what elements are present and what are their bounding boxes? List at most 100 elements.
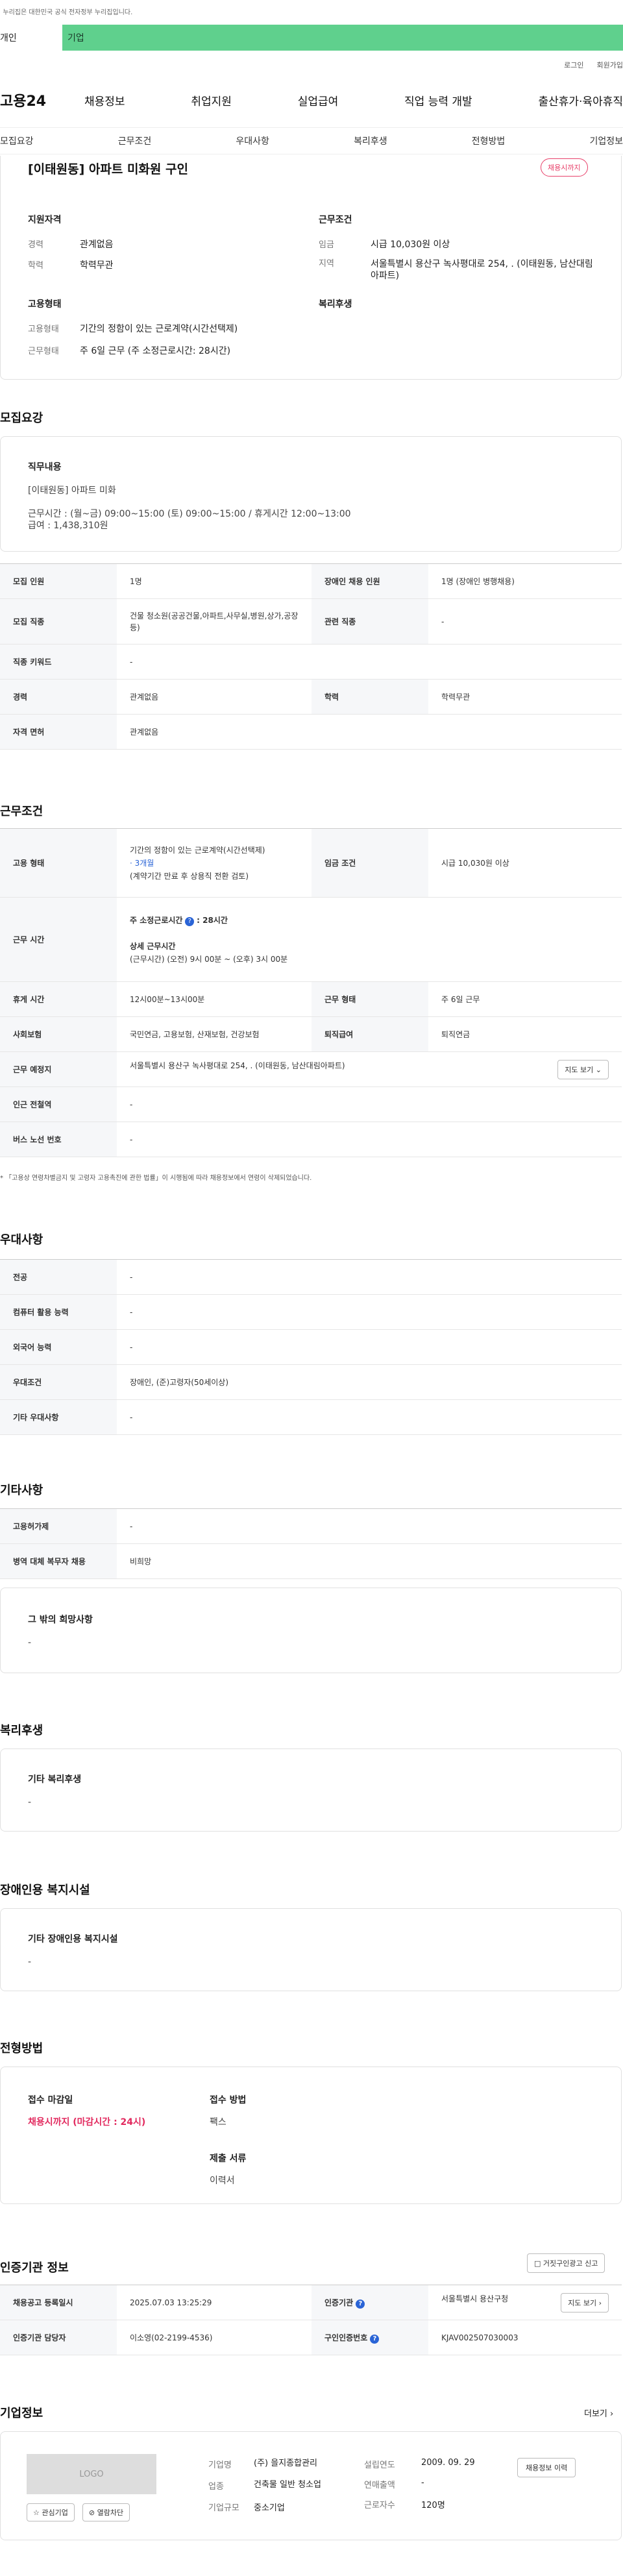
table-header: 인증기관 담당자 (0, 2320, 117, 2355)
emp-type-period: · 3개월 (130, 858, 154, 868)
company-section-title: 기업정보 (0, 2407, 43, 2420)
tab-company-info[interactable]: 기업정보 (589, 134, 623, 147)
job-line: 근무시간 : (월~금) 09:00~15:00 (토) 09:00~15:00… (28, 509, 351, 519)
company-industry-value: 건축물 일반 청소업 (254, 2480, 321, 2490)
qual-value: 학력무관 (80, 260, 114, 271)
gnb-item-parental-leave[interactable]: 출산휴가·육아휴직 (538, 92, 623, 108)
cond-value: 서울특별시 용산구 녹사평대로 254, . (이태원동, 남산대림아파트) (371, 259, 593, 281)
other-wishes-box: 그 밖의 희망사항 - (0, 1588, 622, 1673)
preferences-section-title: 우대사항 (0, 1233, 43, 1247)
company-staff-value: 120명 (421, 2501, 445, 2510)
tab-preferences[interactable]: 우대사항 (236, 134, 269, 147)
company-founded-value: 2009. 09. 29 (421, 2458, 475, 2468)
company-size-value: 중소기업 (254, 2503, 285, 2513)
false-ad-report-button[interactable]: □ 거짓구인광고 신고 (527, 2253, 605, 2273)
table-header: 임금 조건 (312, 828, 428, 898)
company-sales-value: - (421, 2478, 424, 2488)
qual-key: 학력 (28, 261, 43, 271)
gnb-item-vocational-training[interactable]: 직업 능력 개발 (404, 92, 472, 108)
cert-section-title: 인증기관 정보 (0, 2261, 69, 2275)
info-icon[interactable]: ? (356, 2299, 365, 2309)
age-notice: * 「고용상 연령차별금지 및 고령자 고용촉진에 관한 법률」이 시행됨에 따… (0, 1175, 312, 1182)
table-cell: 주 소정근로시간 ? : 28시간 상세 근무시간 (근무시간) (오전) 9시… (117, 897, 622, 982)
table-row: 고용 형태 기간의 정함이 있는 근로계약(시간선택제) · 3개월 (계약기간… (0, 828, 622, 898)
tab-work-conditions[interactable]: 근무조건 (118, 134, 152, 147)
preferences-table: 전공 - 컴퓨터 활용 능력 - 외국어 능력 - 우대조건 장애인, (준)고령자(5… (0, 1259, 622, 1435)
emp-key: 근무형태 (28, 347, 59, 356)
info-icon[interactable]: ? (370, 2334, 380, 2344)
table-cell: 관계없음 (117, 714, 622, 750)
emp-value: 기간의 정함이 있는 근로계약(시간선택제) (80, 324, 238, 334)
gnb-item-unemployment-benefit[interactable]: 실업급여 (298, 92, 339, 108)
job-title: [이태원동] 아파트 미화원 구인 (28, 162, 188, 177)
block-view-button[interactable]: ⊘ 열람차단 (82, 2503, 130, 2521)
company-founded-key: 설립연도 (364, 2460, 395, 2470)
table-row: 인근 전철역 - (0, 1086, 622, 1122)
tab-welfare[interactable]: 복리후생 (354, 134, 387, 147)
company-box: LOGO ☆ 관심기업 ⊘ 열람차단 기업명 (주) 을지종합관리 업종 건축물 일… (0, 2431, 622, 2540)
table-row: 근무 예정지 서울특별시 용산구 녹사평대로 254, . (이태원동, 남산대… (0, 1051, 622, 1087)
table-cell: - (117, 644, 622, 680)
gnb-item-jobs[interactable]: 채용정보 (84, 92, 125, 108)
table-cell: - (117, 1294, 622, 1330)
table-cell: 1명 (117, 563, 312, 599)
gnb-item-employment-support[interactable]: 취업지원 (191, 92, 232, 108)
table-header: 모집 직종 (0, 598, 117, 644)
disability-box: 기타 장애인용 복지시설 - (0, 1908, 622, 1991)
table-header: 우대조건 (0, 1364, 117, 1400)
table-row: 직종 키워드 - (0, 644, 622, 680)
map-button[interactable]: 지도 보기 ⌄ (557, 1059, 609, 1079)
table-row: 컴퓨터 활용 능력 - (0, 1294, 622, 1330)
table-row: 모집 인원 1명 장애인 채용 인원 1명 (장애인 병행채용) (0, 563, 622, 599)
map-button-label: 지도 보기 (565, 1065, 594, 1074)
table-header: 고용 형태 (0, 828, 117, 898)
chevron-right-icon: › (598, 2298, 602, 2307)
method-heading: 접수 방법 (210, 2095, 247, 2105)
tab-personal-label: 개인 (0, 33, 17, 43)
table-row: 근무 시간 주 소정근로시간 ? : 28시간 상세 근무시간 (근무시간) (… (0, 897, 622, 982)
company-sales-key: 연매출액 (364, 2481, 395, 2490)
table-row: 버스 노선 번호 - (0, 1122, 622, 1157)
emp-key: 고용형태 (28, 325, 59, 334)
tab-company[interactable]: 기업 (62, 25, 623, 51)
table-cell: 2025.07.03 13:25:29 (117, 2285, 312, 2320)
site-logo[interactable]: 고용24 (0, 90, 84, 110)
table-header: 학력 (312, 679, 428, 715)
info-icon[interactable]: ? (185, 916, 195, 926)
job-line: [이태원동] 아파트 미화 (28, 485, 116, 496)
table-cell: - (117, 1508, 622, 1544)
table-row: 우대조건 장애인, (준)고령자(50세이상) (0, 1364, 622, 1400)
company-more-link[interactable]: 더보기 › (584, 2407, 613, 2419)
disability-section-title: 장애인용 복지시설 (0, 1883, 90, 1897)
weekly-hours-value: : 28시간 (197, 915, 228, 925)
favorite-company-button[interactable]: ☆ 관심기업 (27, 2503, 75, 2521)
table-header: 휴게 시간 (0, 981, 117, 1017)
table-cell: - (117, 1122, 622, 1157)
table-header: 사회보험 (0, 1016, 117, 1052)
tab-personal[interactable]: 개인 (0, 25, 62, 51)
cert-number-label: 구인인증번호 (324, 2333, 368, 2342)
qualification-heading: 지원자격 (28, 215, 62, 225)
table-header: 근무 예정지 (0, 1051, 117, 1087)
qual-key: 경력 (28, 240, 43, 250)
table-cell: 기간의 정함이 있는 근로계약(시간선택제) · 3개월 (계약기간 만료 후 … (117, 828, 312, 898)
etc-table: 고용허가제 - 병역 대체 복무자 채용 비희망 (0, 1508, 622, 1579)
table-cell: 장애인, (준)고령자(50세이상) (117, 1364, 622, 1400)
table-row: 외국어 능력 - (0, 1329, 622, 1365)
company-size-key: 기업규모 (208, 2503, 239, 2513)
table-header: 컴퓨터 활용 능력 (0, 1294, 117, 1330)
job-description-box: 직무내용 [이태원동] 아파트 미화 근무시간 : (월~금) 09:00~15… (0, 436, 622, 552)
hiring-history-button[interactable]: 채용정보 이력 (517, 2458, 576, 2477)
cert-map-button[interactable]: 지도 보기 › (561, 2292, 609, 2312)
login-link[interactable]: 로그인 (564, 60, 583, 70)
table-cell: - (117, 1399, 622, 1435)
table-cell: - (117, 1329, 622, 1365)
tab-process[interactable]: 전형방법 (472, 134, 506, 147)
other-wishes-value: - (28, 1638, 32, 1648)
weekly-hours-label: 주 소정근로시간 (130, 915, 183, 925)
join-link[interactable]: 회원가입 (597, 60, 623, 70)
welfare-box: 기타 복리후생 - (0, 1748, 622, 1832)
company-staff-key: 근로자수 (364, 2501, 395, 2510)
tab-recruit[interactable]: 모집요강 (0, 134, 34, 147)
table-cell: - (117, 1086, 622, 1122)
